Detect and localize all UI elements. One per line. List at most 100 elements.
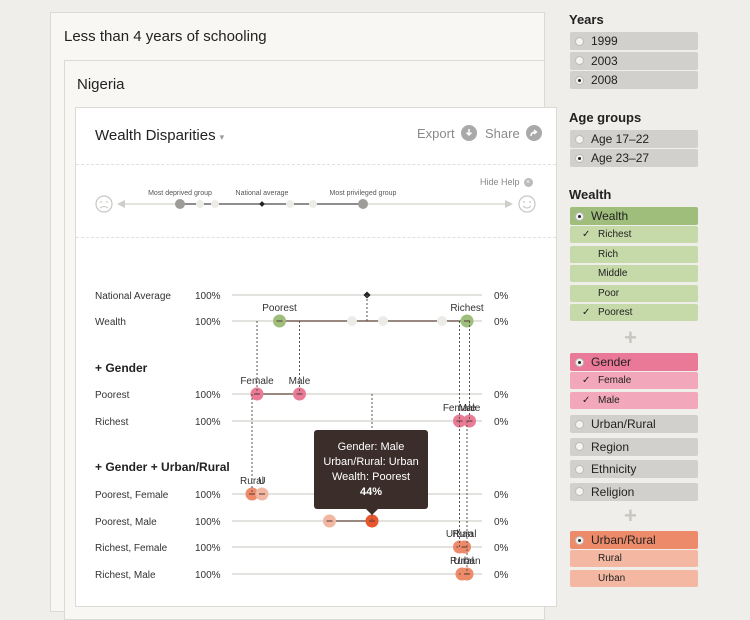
arrow-left-icon bbox=[117, 200, 125, 208]
radio-empty-icon bbox=[575, 36, 584, 46]
urban-rural-sub-urban[interactable]: Urban bbox=[570, 569, 698, 587]
radio-empty-icon bbox=[575, 419, 584, 429]
radio-selected-icon bbox=[575, 535, 584, 545]
gender-sub-label: Female bbox=[598, 375, 632, 386]
plus-icon: + bbox=[624, 503, 637, 528]
urban-rural-toggle-label: Urban/Rural bbox=[591, 533, 656, 547]
year-option-2003[interactable]: 2003 bbox=[570, 51, 698, 70]
radio-selected-icon bbox=[575, 211, 584, 221]
row-label: Richest, Male bbox=[95, 570, 156, 581]
help-average-marker bbox=[259, 201, 265, 207]
age-option-label: Age 17–22 bbox=[591, 132, 650, 146]
help-deprived-dot bbox=[175, 199, 185, 209]
row-label: National Average bbox=[95, 291, 171, 302]
wealth-toggle[interactable]: Wealth bbox=[570, 207, 698, 225]
dimension-option-region[interactable]: Region bbox=[570, 437, 698, 456]
radio-selected-icon bbox=[575, 75, 584, 85]
axis-left-label: 100% bbox=[195, 417, 221, 428]
year-option-2008[interactable]: 2008 bbox=[570, 71, 698, 89]
radio-empty-icon bbox=[575, 487, 584, 496]
chart-rows: National Average 100% 0% Wealth 100% 0% Poores… bbox=[95, 291, 509, 581]
ghost-point bbox=[437, 316, 447, 326]
urban-rural-sub-label: Rural bbox=[598, 553, 622, 564]
age-option-label: Age 23–27 bbox=[591, 151, 650, 165]
arrow-right-icon bbox=[505, 200, 513, 208]
section-heading: + Gender bbox=[95, 361, 148, 375]
axis-right-label: 0% bbox=[494, 291, 509, 302]
happy-face-icon bbox=[518, 195, 536, 213]
checkbox-empty-icon bbox=[582, 250, 591, 259]
checkmark-icon: ✓ bbox=[582, 394, 591, 406]
axis-left-label: 100% bbox=[195, 490, 221, 501]
urban-rural-sub-label: Urban bbox=[598, 572, 626, 584]
dimension-option-label: Religion bbox=[591, 484, 635, 499]
dimension-option-label: Urban/Rural bbox=[591, 417, 656, 431]
axis-right-label: 0% bbox=[494, 417, 509, 428]
radio-empty-icon bbox=[575, 56, 584, 65]
age-option[interactable]: Age 17–22 bbox=[570, 130, 698, 148]
axis-right-label: 0% bbox=[494, 490, 509, 501]
axis-left-label: 100% bbox=[195, 317, 221, 328]
axis-left-label: 100% bbox=[195, 517, 221, 528]
checkbox-empty-icon bbox=[582, 574, 591, 583]
sad-face-icon bbox=[95, 195, 113, 213]
dimension-option-ethnicity[interactable]: Ethnicity bbox=[570, 460, 698, 478]
axis-left-label: 100% bbox=[195, 543, 221, 554]
checkmark-icon: ✓ bbox=[582, 375, 591, 386]
wealth-sub-middle[interactable]: Middle bbox=[570, 265, 698, 282]
tooltip-line1: Gender: Male bbox=[337, 441, 405, 453]
wealth-toggle-label: Wealth bbox=[591, 209, 629, 223]
axis-right-label: 0% bbox=[494, 543, 509, 554]
urban-rural-toggle[interactable]: Urban/Rural bbox=[570, 531, 698, 549]
data-tooltip: Gender: Male Urban/Rural: Urban Wealth: … bbox=[314, 430, 428, 515]
wealth-sub-poor[interactable]: Poor bbox=[570, 284, 698, 302]
point-label: Rural bbox=[453, 529, 477, 540]
age-groups-heading: Age groups bbox=[569, 110, 642, 125]
wealth-sub-label: Middle bbox=[598, 268, 628, 279]
help-privileged-dot bbox=[358, 199, 368, 209]
row-label: Wealth bbox=[95, 317, 126, 328]
tooltip-line3: Wealth: Poorest bbox=[331, 471, 411, 483]
row-label: Richest bbox=[95, 417, 129, 428]
row-label: Poorest bbox=[95, 390, 130, 401]
year-option-label: 1999 bbox=[591, 34, 618, 48]
radio-empty-icon bbox=[575, 442, 584, 451]
checkmark-icon: ✓ bbox=[582, 229, 591, 240]
tooltip-value: 44% bbox=[359, 486, 383, 498]
age-option[interactable]: Age 23–27 bbox=[570, 149, 698, 167]
wealth-sub-label: Rich bbox=[598, 248, 619, 260]
dimension-option-religion[interactable]: Religion bbox=[570, 482, 698, 501]
checkbox-empty-icon bbox=[582, 269, 591, 278]
help-privileged-label: Most privileged group bbox=[330, 190, 397, 197]
row-label: Poorest, Female bbox=[95, 490, 169, 501]
radio-empty-icon bbox=[575, 134, 584, 144]
radio-empty-icon bbox=[575, 464, 584, 474]
axis-right-label: 0% bbox=[494, 517, 509, 528]
ghost-point bbox=[378, 316, 388, 326]
dimension-option-label: Region bbox=[591, 439, 630, 454]
wealth-sub-poorest[interactable]: ✓ Poorest bbox=[570, 304, 698, 321]
plus-icon: + bbox=[624, 325, 637, 350]
help-average-label: National average bbox=[236, 190, 289, 197]
tooltip-line2: Urban/Rural: Urban bbox=[323, 456, 419, 468]
year-option-1999[interactable]: 1999 bbox=[570, 32, 698, 50]
wealth-sub-label: Poor bbox=[598, 287, 620, 299]
section-heading: + Gender + Urban/Rural bbox=[95, 460, 230, 474]
checkbox-empty-icon bbox=[582, 289, 591, 298]
gender-sub-female[interactable]: ✓ Female bbox=[570, 372, 698, 389]
row-label: Poorest, Male bbox=[95, 517, 157, 528]
axis-right-label: 0% bbox=[494, 317, 509, 328]
chart-svg: Most deprived group National average Mos… bbox=[95, 190, 536, 581]
gender-toggle[interactable]: Gender bbox=[570, 353, 698, 371]
dimension-option-urban-rural[interactable]: Urban/Rural bbox=[570, 415, 698, 433]
gender-sub-label: Male bbox=[598, 394, 620, 406]
axis-left-label: 100% bbox=[195, 291, 221, 302]
point-label: Male bbox=[459, 403, 481, 414]
wealth-sub-rich[interactable]: Rich bbox=[570, 245, 698, 263]
wealth-sub-richest[interactable]: ✓ Richest bbox=[570, 226, 698, 243]
gender-sub-male[interactable]: ✓ Male bbox=[570, 391, 698, 409]
axis-left-label: 100% bbox=[195, 390, 221, 401]
urban-rural-sub-rural[interactable]: Rural bbox=[570, 550, 698, 567]
checkbox-empty-icon bbox=[582, 554, 591, 563]
axis-right-label: 0% bbox=[494, 390, 509, 401]
